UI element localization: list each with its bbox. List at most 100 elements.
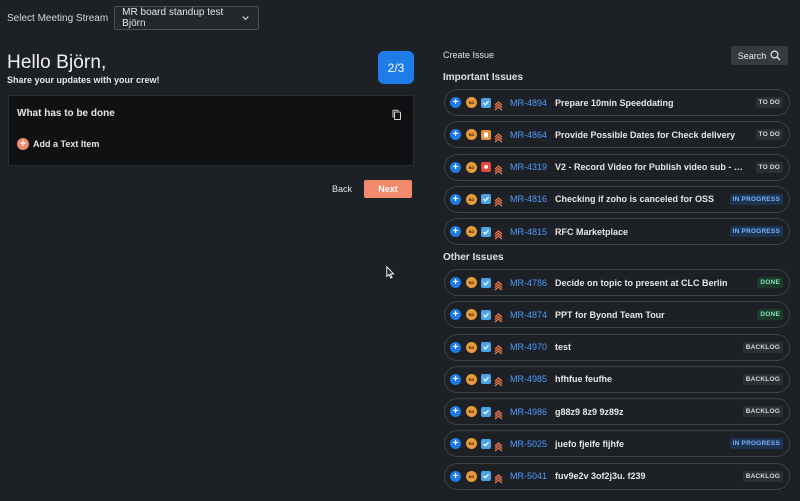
issue-key[interactable]: MR-4986 bbox=[510, 407, 547, 417]
add-issue-icon[interactable]: + bbox=[450, 309, 461, 321]
task-type-icon bbox=[481, 406, 491, 417]
issue-key[interactable]: MR-4815 bbox=[510, 227, 547, 237]
status-badge: TO DO bbox=[755, 97, 783, 108]
important-issues-list: + BD MR-4894 Prepare 10min Speeddating TO DO… bbox=[444, 89, 790, 250]
todo-panel-title: What has to be done bbox=[17, 108, 115, 119]
highest-priority-icon bbox=[494, 130, 503, 143]
status-badge: DONE bbox=[757, 309, 783, 321]
add-issue-icon[interactable]: + bbox=[450, 97, 461, 108]
add-issue-icon[interactable]: + bbox=[450, 438, 461, 450]
mouse-pointer-icon bbox=[386, 266, 395, 279]
highest-priority-icon bbox=[494, 98, 503, 110]
assignee-avatar: BD bbox=[466, 309, 477, 321]
issue-title: juefo fjeife fijhfe bbox=[555, 438, 625, 449]
issue-row[interactable]: + BD MR-4864 Provide Possible Dates for Che… bbox=[444, 121, 790, 149]
issue-key[interactable]: MR-4816 bbox=[510, 194, 547, 204]
issue-key[interactable]: MR-4874 bbox=[510, 310, 547, 320]
copy-icon[interactable] bbox=[391, 109, 403, 121]
add-issue-icon[interactable]: + bbox=[450, 373, 461, 385]
issue-title: Prepare 10min Speeddating bbox=[555, 97, 674, 108]
highest-priority-icon bbox=[494, 407, 503, 420]
other-issues-title: Other Issues bbox=[443, 252, 504, 263]
issue-title: Provide Possible Dates for Check deliver… bbox=[555, 129, 736, 140]
highest-priority-icon bbox=[494, 310, 503, 323]
issue-key[interactable]: MR-5041 bbox=[510, 471, 547, 481]
assignee-avatar: BD bbox=[466, 373, 477, 385]
status-badge: BACKLOG bbox=[742, 406, 783, 418]
assignee-avatar: BD bbox=[466, 406, 477, 418]
meeting-stream-select[interactable]: MR board standup test Björn bbox=[114, 6, 260, 30]
issue-key[interactable]: MR-4864 bbox=[510, 130, 547, 140]
add-issue-icon[interactable]: + bbox=[450, 277, 461, 288]
issue-key[interactable]: MR-5025 bbox=[510, 439, 547, 449]
issue-row[interactable]: + BD MR-4816 Checking if zoho is canceled f… bbox=[444, 185, 790, 213]
highest-priority-icon bbox=[494, 162, 503, 175]
status-badge: TO DO bbox=[755, 129, 783, 141]
issue-title: g88z9 8z9 9z89z bbox=[555, 406, 624, 417]
issue-row[interactable]: + BD MR-5025 juefo fjeife fijhfe IN PROGRESS bbox=[444, 430, 790, 458]
highest-priority-icon bbox=[494, 374, 503, 387]
meeting-stream-label: Select Meeting Stream bbox=[7, 12, 109, 24]
task-type-icon bbox=[481, 471, 491, 482]
add-issue-icon[interactable]: + bbox=[450, 470, 461, 482]
highest-priority-icon bbox=[494, 439, 503, 452]
add-issue-icon[interactable]: + bbox=[450, 193, 461, 205]
issue-row[interactable]: + BD MR-5041 fuv9e2v 3of2j3u. f239 BACKLOG bbox=[444, 462, 790, 490]
issue-row[interactable]: + BD MR-4815 RFC Marketplace IN PROGRESS bbox=[444, 218, 790, 246]
plus-circle-icon: + bbox=[17, 138, 29, 150]
highest-priority-icon bbox=[494, 471, 503, 484]
add-text-item-button[interactable]: + Add a Text Item bbox=[17, 138, 99, 150]
issue-key[interactable]: MR-4786 bbox=[510, 278, 547, 288]
add-issue-icon[interactable]: + bbox=[450, 341, 461, 353]
assignee-avatar: BD bbox=[466, 226, 477, 238]
task-type-icon bbox=[481, 277, 491, 288]
assignee-avatar: BD bbox=[466, 161, 477, 173]
issue-row[interactable]: + BD MR-4970 test BACKLOG bbox=[444, 333, 790, 361]
status-badge: TO DO bbox=[755, 161, 783, 173]
status-badge: BACKLOG bbox=[742, 341, 783, 353]
issue-key[interactable]: MR-4894 bbox=[510, 98, 547, 108]
back-button[interactable]: Back bbox=[326, 180, 358, 198]
search-button[interactable]: Search bbox=[731, 46, 788, 65]
greeting: Hello Björn, Share your updates with you… bbox=[7, 52, 160, 85]
chevron-down-icon bbox=[242, 16, 249, 21]
assignee-avatar: BD bbox=[466, 438, 477, 450]
important-issues-title: Important Issues bbox=[443, 72, 524, 83]
issue-title: fuv9e2v 3of2j3u. f239 bbox=[555, 471, 646, 482]
issue-title: test bbox=[555, 342, 572, 353]
assignee-avatar: BD bbox=[466, 470, 477, 482]
task-type-icon bbox=[481, 374, 491, 385]
step-indicator: 2/3 bbox=[378, 51, 414, 84]
add-issue-icon[interactable]: + bbox=[450, 161, 461, 173]
issue-row[interactable]: + BD MR-4894 Prepare 10min Speeddating TO DO bbox=[444, 89, 790, 116]
issue-row[interactable]: + BD MR-4319 V2 - Record Video for Publish … bbox=[444, 153, 790, 181]
create-issue-link[interactable]: Create Issue bbox=[443, 50, 494, 60]
issue-title: RFC Marketplace bbox=[555, 226, 629, 237]
issue-row[interactable]: + BD MR-4874 PPT for Byond Team Tour DONE bbox=[444, 301, 790, 329]
status-badge: IN PROGRESS bbox=[729, 438, 783, 450]
issue-row[interactable]: + BD MR-4986 g88z9 8z9 9z89z BACKLOG bbox=[444, 398, 790, 426]
other-issues-list: + BD MR-4786 Decide on topic to present at … bbox=[444, 269, 790, 495]
issue-row[interactable]: + BD MR-4786 Decide on topic to present at … bbox=[444, 269, 790, 296]
issue-key[interactable]: MR-4319 bbox=[510, 162, 547, 172]
status-badge: IN PROGRESS bbox=[729, 226, 783, 238]
add-issue-icon[interactable]: + bbox=[450, 406, 461, 418]
issue-key[interactable]: MR-4985 bbox=[510, 374, 547, 384]
add-issue-icon[interactable]: + bbox=[450, 129, 461, 141]
bug-type-icon bbox=[481, 162, 491, 173]
assignee-avatar: BD bbox=[466, 97, 477, 108]
assignee-avatar: BD bbox=[466, 277, 477, 288]
issue-row[interactable]: + BD MR-4985 hfhfue feufhe BACKLOG bbox=[444, 365, 790, 393]
task-type-icon bbox=[481, 309, 491, 320]
issue-title: PPT for Byond Team Tour bbox=[555, 309, 665, 320]
task-type-icon bbox=[481, 438, 491, 449]
issue-key[interactable]: MR-4970 bbox=[510, 342, 547, 352]
next-button[interactable]: Next bbox=[364, 180, 412, 198]
highest-priority-icon bbox=[494, 227, 503, 240]
assignee-avatar: BD bbox=[466, 341, 477, 353]
add-issue-icon[interactable]: + bbox=[450, 226, 461, 238]
highest-priority-icon bbox=[494, 278, 503, 290]
meeting-stream-value: MR board standup test Björn bbox=[122, 7, 224, 29]
story-type-icon bbox=[481, 129, 491, 140]
task-type-icon bbox=[481, 194, 491, 205]
